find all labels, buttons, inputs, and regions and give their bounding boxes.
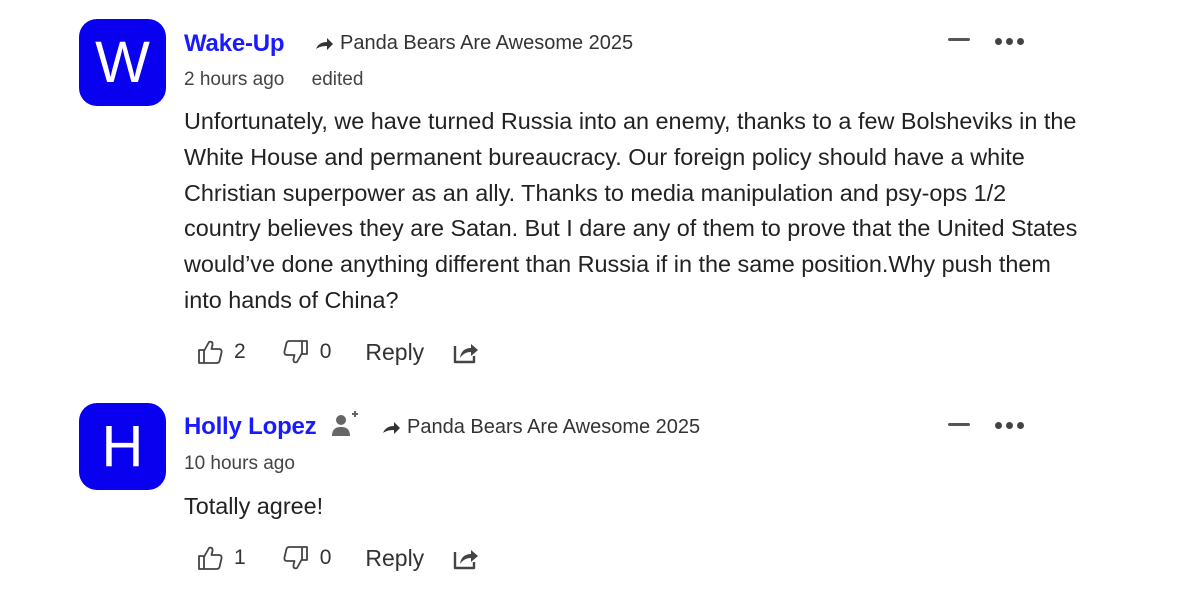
avatar-letter: H <box>101 413 144 479</box>
like-count: 2 <box>234 340 246 363</box>
reply-button[interactable]: Reply <box>365 339 424 366</box>
reply-arrow-icon <box>383 421 400 434</box>
like-count: 1 <box>234 546 246 569</box>
share-icon[interactable] <box>452 338 480 366</box>
reply-to[interactable]: Panda Bears Are Awesome 2025 <box>314 32 633 55</box>
more-options-icon[interactable] <box>995 38 1024 45</box>
thumbs-up-icon <box>198 340 223 364</box>
avatar[interactable]: W <box>79 19 166 106</box>
edited-label: edited <box>311 69 364 90</box>
comment-meta: 10 hours ago <box>184 453 317 475</box>
share-icon[interactable] <box>452 544 480 572</box>
comment-text: Unfortunately, we have turned Russia int… <box>184 108 1078 313</box>
follow-user-icon[interactable] <box>330 409 360 439</box>
collapse-button[interactable] <box>948 423 970 426</box>
dislike-count: 0 <box>319 546 332 569</box>
reply-to-name: Panda Bears Are Awesome 2025 <box>407 416 701 438</box>
dislike-button[interactable]: 0 <box>282 544 332 572</box>
thumbs-down-icon <box>283 340 308 364</box>
reply-to-name: Panda Bears Are Awesome 2025 <box>340 32 634 54</box>
dislike-button[interactable]: 0 <box>282 338 332 366</box>
reply-to[interactable]: Panda Bears Are Awesome 2025 <box>381 416 700 439</box>
timestamp: 2 hours ago <box>184 69 285 90</box>
author-name[interactable]: Wake-Up <box>184 30 285 58</box>
avatar[interactable]: H <box>79 403 166 490</box>
more-options-icon[interactable] <box>995 422 1024 429</box>
collapse-button[interactable] <box>948 38 970 41</box>
comment-meta: 2 hours ago edited <box>184 69 385 91</box>
reply-button[interactable]: Reply <box>365 545 424 572</box>
dislike-count: 0 <box>319 340 332 363</box>
like-button[interactable]: 2 <box>196 338 246 366</box>
timestamp: 10 hours ago <box>184 453 295 474</box>
author-name[interactable]: Holly Lopez <box>184 413 317 441</box>
reply-arrow-icon <box>316 37 333 50</box>
avatar-letter: W <box>95 29 150 95</box>
like-button[interactable]: 1 <box>196 544 246 572</box>
comment-actions: 2 0 Reply <box>196 338 480 366</box>
thumbs-up-icon <box>198 546 223 570</box>
comment-actions: 1 0 Reply <box>196 544 480 572</box>
thumbs-down-icon <box>283 546 308 570</box>
comment-text: Totally agree! <box>184 493 324 519</box>
